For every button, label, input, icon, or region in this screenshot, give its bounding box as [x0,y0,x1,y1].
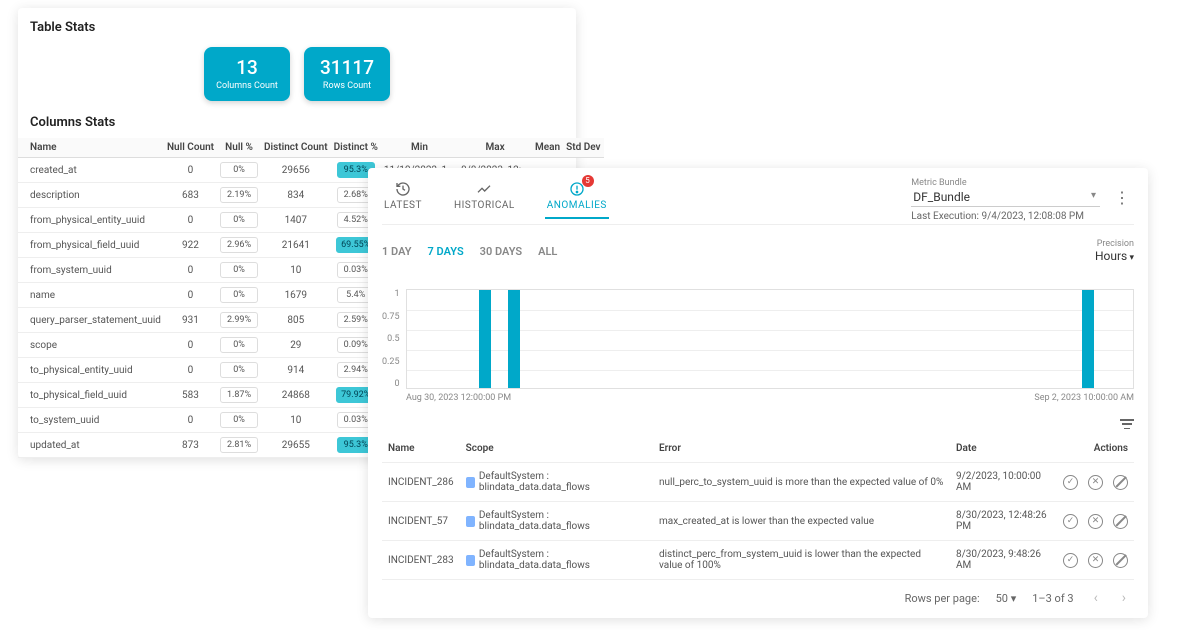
approve-icon[interactable]: ✓ [1063,475,1078,490]
anomalies-card: LATEST HISTORICAL 5 ANOMALIES Metric Bun… [368,168,1148,618]
precision-label: Precision [1095,239,1134,249]
col-header[interactable]: Max [458,138,532,158]
reject-icon[interactable]: ✕ [1088,475,1103,490]
next-page-icon[interactable]: › [1118,590,1130,606]
range-30days[interactable]: 30 DAYS [480,245,522,258]
stat-cards: 13 Columns Count 31117 Rows Count [18,43,576,111]
anomalies-table: NameScopeErrorDateActions INCIDENT_286De… [382,435,1134,580]
precision-select[interactable]: Precision Hours [1095,239,1134,263]
metric-bundle-select[interactable]: DF_Bundle [911,188,1100,207]
reject-icon[interactable]: ✕ [1088,553,1103,568]
xaxis-start: Aug 30, 2023 12:00:00 PM [406,393,511,403]
table-row[interactable]: INCIDENT_57DefaultSystem : blindata_data… [382,502,1134,541]
more-menu-icon[interactable]: ⋮ [1110,188,1134,207]
chart-bar [479,290,491,388]
alert-icon: 5 [568,180,586,198]
database-icon [466,516,475,527]
precision-value: Hours [1095,249,1134,263]
columns-count-label: Columns Count [216,81,278,91]
database-icon [466,477,475,488]
page-range: 1–3 of 3 [1032,592,1073,605]
col-header[interactable]: Distinct % [331,138,381,158]
metric-bundle-area: Metric Bundle DF_Bundle ⋮ Last Execution… [911,178,1134,222]
database-icon [466,555,475,566]
rows-per-page-label: Rows per page: [905,592,980,605]
anom-col-header[interactable]: Error [653,435,950,463]
range-1day[interactable]: 1 DAY [382,245,412,258]
range-7days[interactable]: 7 DAYS [428,245,464,258]
table-row[interactable]: INCIDENT_286DefaultSystem : blindata_dat… [382,463,1134,502]
col-header[interactable]: Distinct Count [261,138,331,158]
rows-count-label: Rows Count [323,81,371,91]
tab-latest[interactable]: LATEST [382,178,424,217]
col-header[interactable]: Mean [532,138,563,158]
chart-plot-area [406,289,1134,389]
columns-stats-title: Columns Stats [18,111,576,138]
chart-bar [508,290,520,388]
mute-icon[interactable] [1113,553,1128,568]
mute-icon[interactable] [1113,475,1128,490]
columns-count-value: 13 [236,58,258,77]
anomalies-badge: 5 [582,175,594,187]
col-header[interactable]: Null % [217,138,261,158]
filter-icon[interactable] [1120,419,1134,429]
table-row[interactable]: INCIDENT_283DefaultSystem : blindata_dat… [382,541,1134,580]
history-icon [394,180,412,198]
table-stats-title: Table Stats [18,16,576,43]
metric-bundle-label: Metric Bundle [911,178,966,188]
prev-page-icon[interactable]: ‹ [1090,590,1102,606]
trend-icon [475,180,493,198]
tab-latest-label: LATEST [384,200,422,211]
chart-xaxis: Aug 30, 2023 12:00:00 PM Sep 2, 2023 10:… [406,393,1134,403]
tabs-row: LATEST HISTORICAL 5 ANOMALIES Metric Bun… [382,178,1134,225]
chart-yaxis: 10.750.50.250 [382,289,406,389]
anomalies-chart: 10.750.50.250 [382,289,1134,389]
anom-col-header[interactable]: Scope [460,435,653,463]
rows-per-page-select[interactable]: 50 ▾ [996,592,1017,605]
anom-col-header[interactable]: Actions [1057,435,1134,463]
col-header[interactable]: Null Count [164,138,217,158]
tab-historical[interactable]: HISTORICAL [452,178,517,217]
rows-count-card: 31117 Rows Count [304,47,390,101]
tab-anomalies-label: ANOMALIES [547,200,607,211]
columns-count-card: 13 Columns Count [204,47,290,101]
tab-anomalies[interactable]: 5 ANOMALIES [545,178,609,219]
xaxis-end: Sep 2, 2023 10:00:00 AM [1034,393,1134,403]
tab-historical-label: HISTORICAL [454,200,515,211]
col-header[interactable]: Min [381,138,458,158]
col-header[interactable]: Std Dev [563,138,603,158]
anom-col-header[interactable]: Name [382,435,460,463]
pager: Rows per page: 50 ▾ 1–3 of 3 ‹ › [382,580,1134,608]
col-header[interactable]: Name [18,138,164,158]
reject-icon[interactable]: ✕ [1088,514,1103,529]
range-selector: 1 DAY 7 DAYS 30 DAYS ALL Precision Hours [382,225,1134,263]
chart-bar [1082,290,1094,388]
range-all[interactable]: ALL [538,245,557,258]
approve-icon[interactable]: ✓ [1063,553,1078,568]
approve-icon[interactable]: ✓ [1063,514,1078,529]
mute-icon[interactable] [1113,514,1128,529]
anom-col-header[interactable]: Date [950,435,1057,463]
last-execution: Last Execution: 9/4/2023, 12:08:08 PM [911,211,1084,222]
rows-count-value: 31117 [320,58,374,77]
